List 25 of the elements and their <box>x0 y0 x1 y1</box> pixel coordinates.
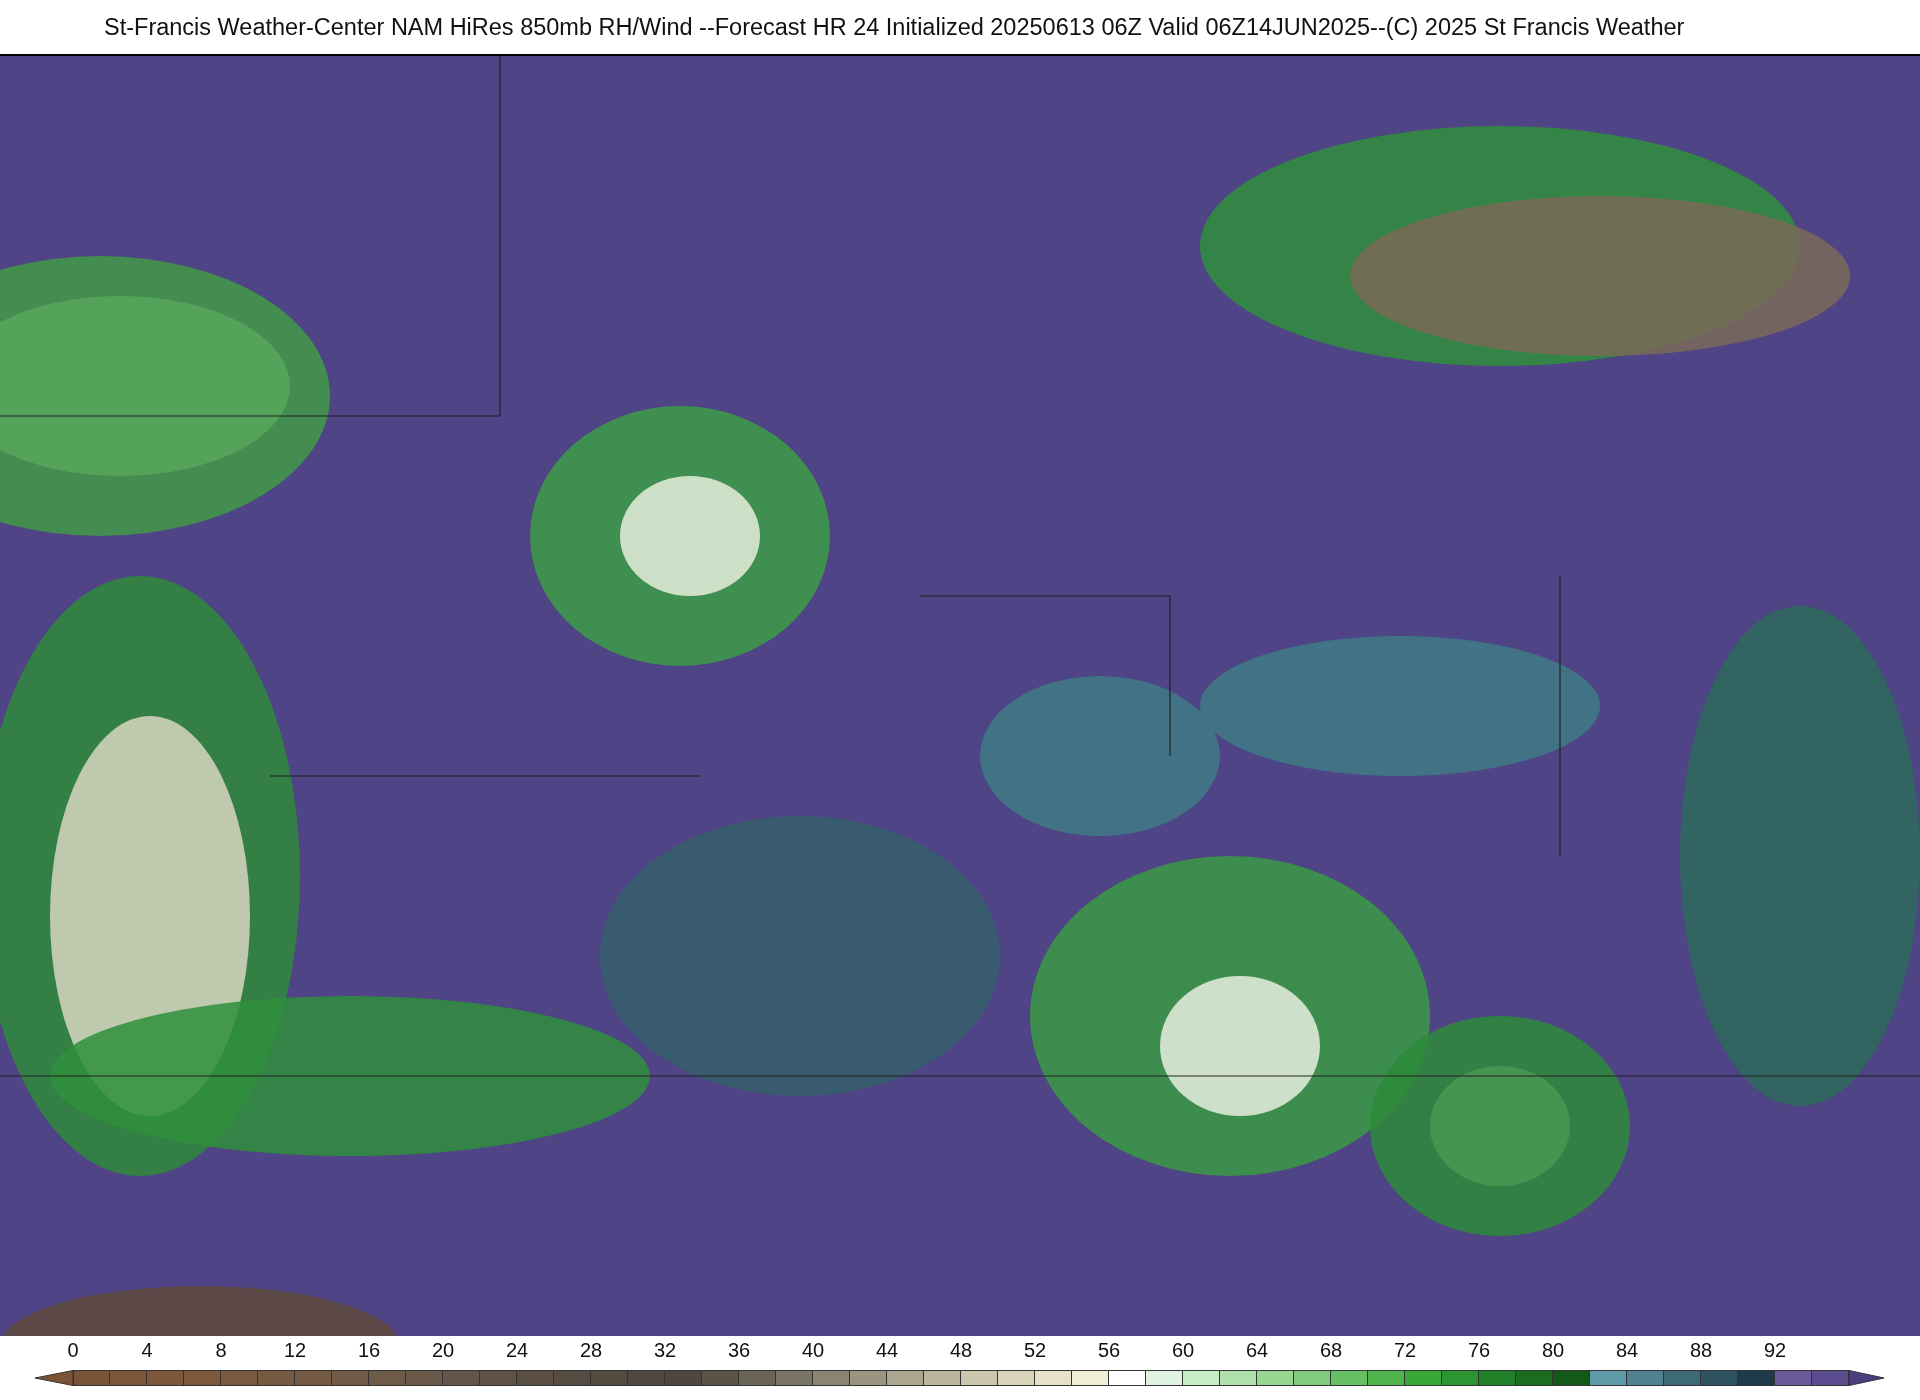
tick-label: 12 <box>283 1338 307 1362</box>
tick-label: 4 <box>141 1338 153 1362</box>
tick-label: 92 <box>1763 1338 1787 1362</box>
tick-label: 76 <box>1467 1338 1491 1362</box>
tick-label: 88 <box>1689 1338 1713 1362</box>
tick-label: 0 <box>67 1338 79 1362</box>
tick-label: 56 <box>1097 1338 1121 1362</box>
tick-label: 72 <box>1393 1338 1417 1362</box>
tick-label: 20 <box>431 1338 455 1362</box>
tick-label: 28 <box>579 1338 603 1362</box>
tick-label: 36 <box>727 1338 751 1362</box>
tick-label: 16 <box>357 1338 381 1362</box>
tick-label: 44 <box>875 1338 899 1362</box>
map-title: St-Francis Weather-Center NAM HiRes 850mb RH/Wind --Forecast HR 24 Initialized 20250613 06Z Valid 06Z14JUN2025--(C) 2025 St Francis Weather <box>104 14 1685 40</box>
tick-label: 80 <box>1541 1338 1565 1362</box>
tick-label: 64 <box>1245 1338 1269 1362</box>
tick-label: 68 <box>1319 1338 1343 1362</box>
tick-label: 32 <box>653 1338 677 1362</box>
tick-label: 60 <box>1171 1338 1195 1362</box>
tick-label: 40 <box>801 1338 825 1362</box>
tick-label: 52 <box>1023 1338 1047 1362</box>
tick-label: 8 <box>215 1338 227 1362</box>
tick-label: 84 <box>1615 1338 1639 1362</box>
tick-label: 48 <box>949 1338 973 1362</box>
tick-label: 24 <box>505 1338 529 1362</box>
